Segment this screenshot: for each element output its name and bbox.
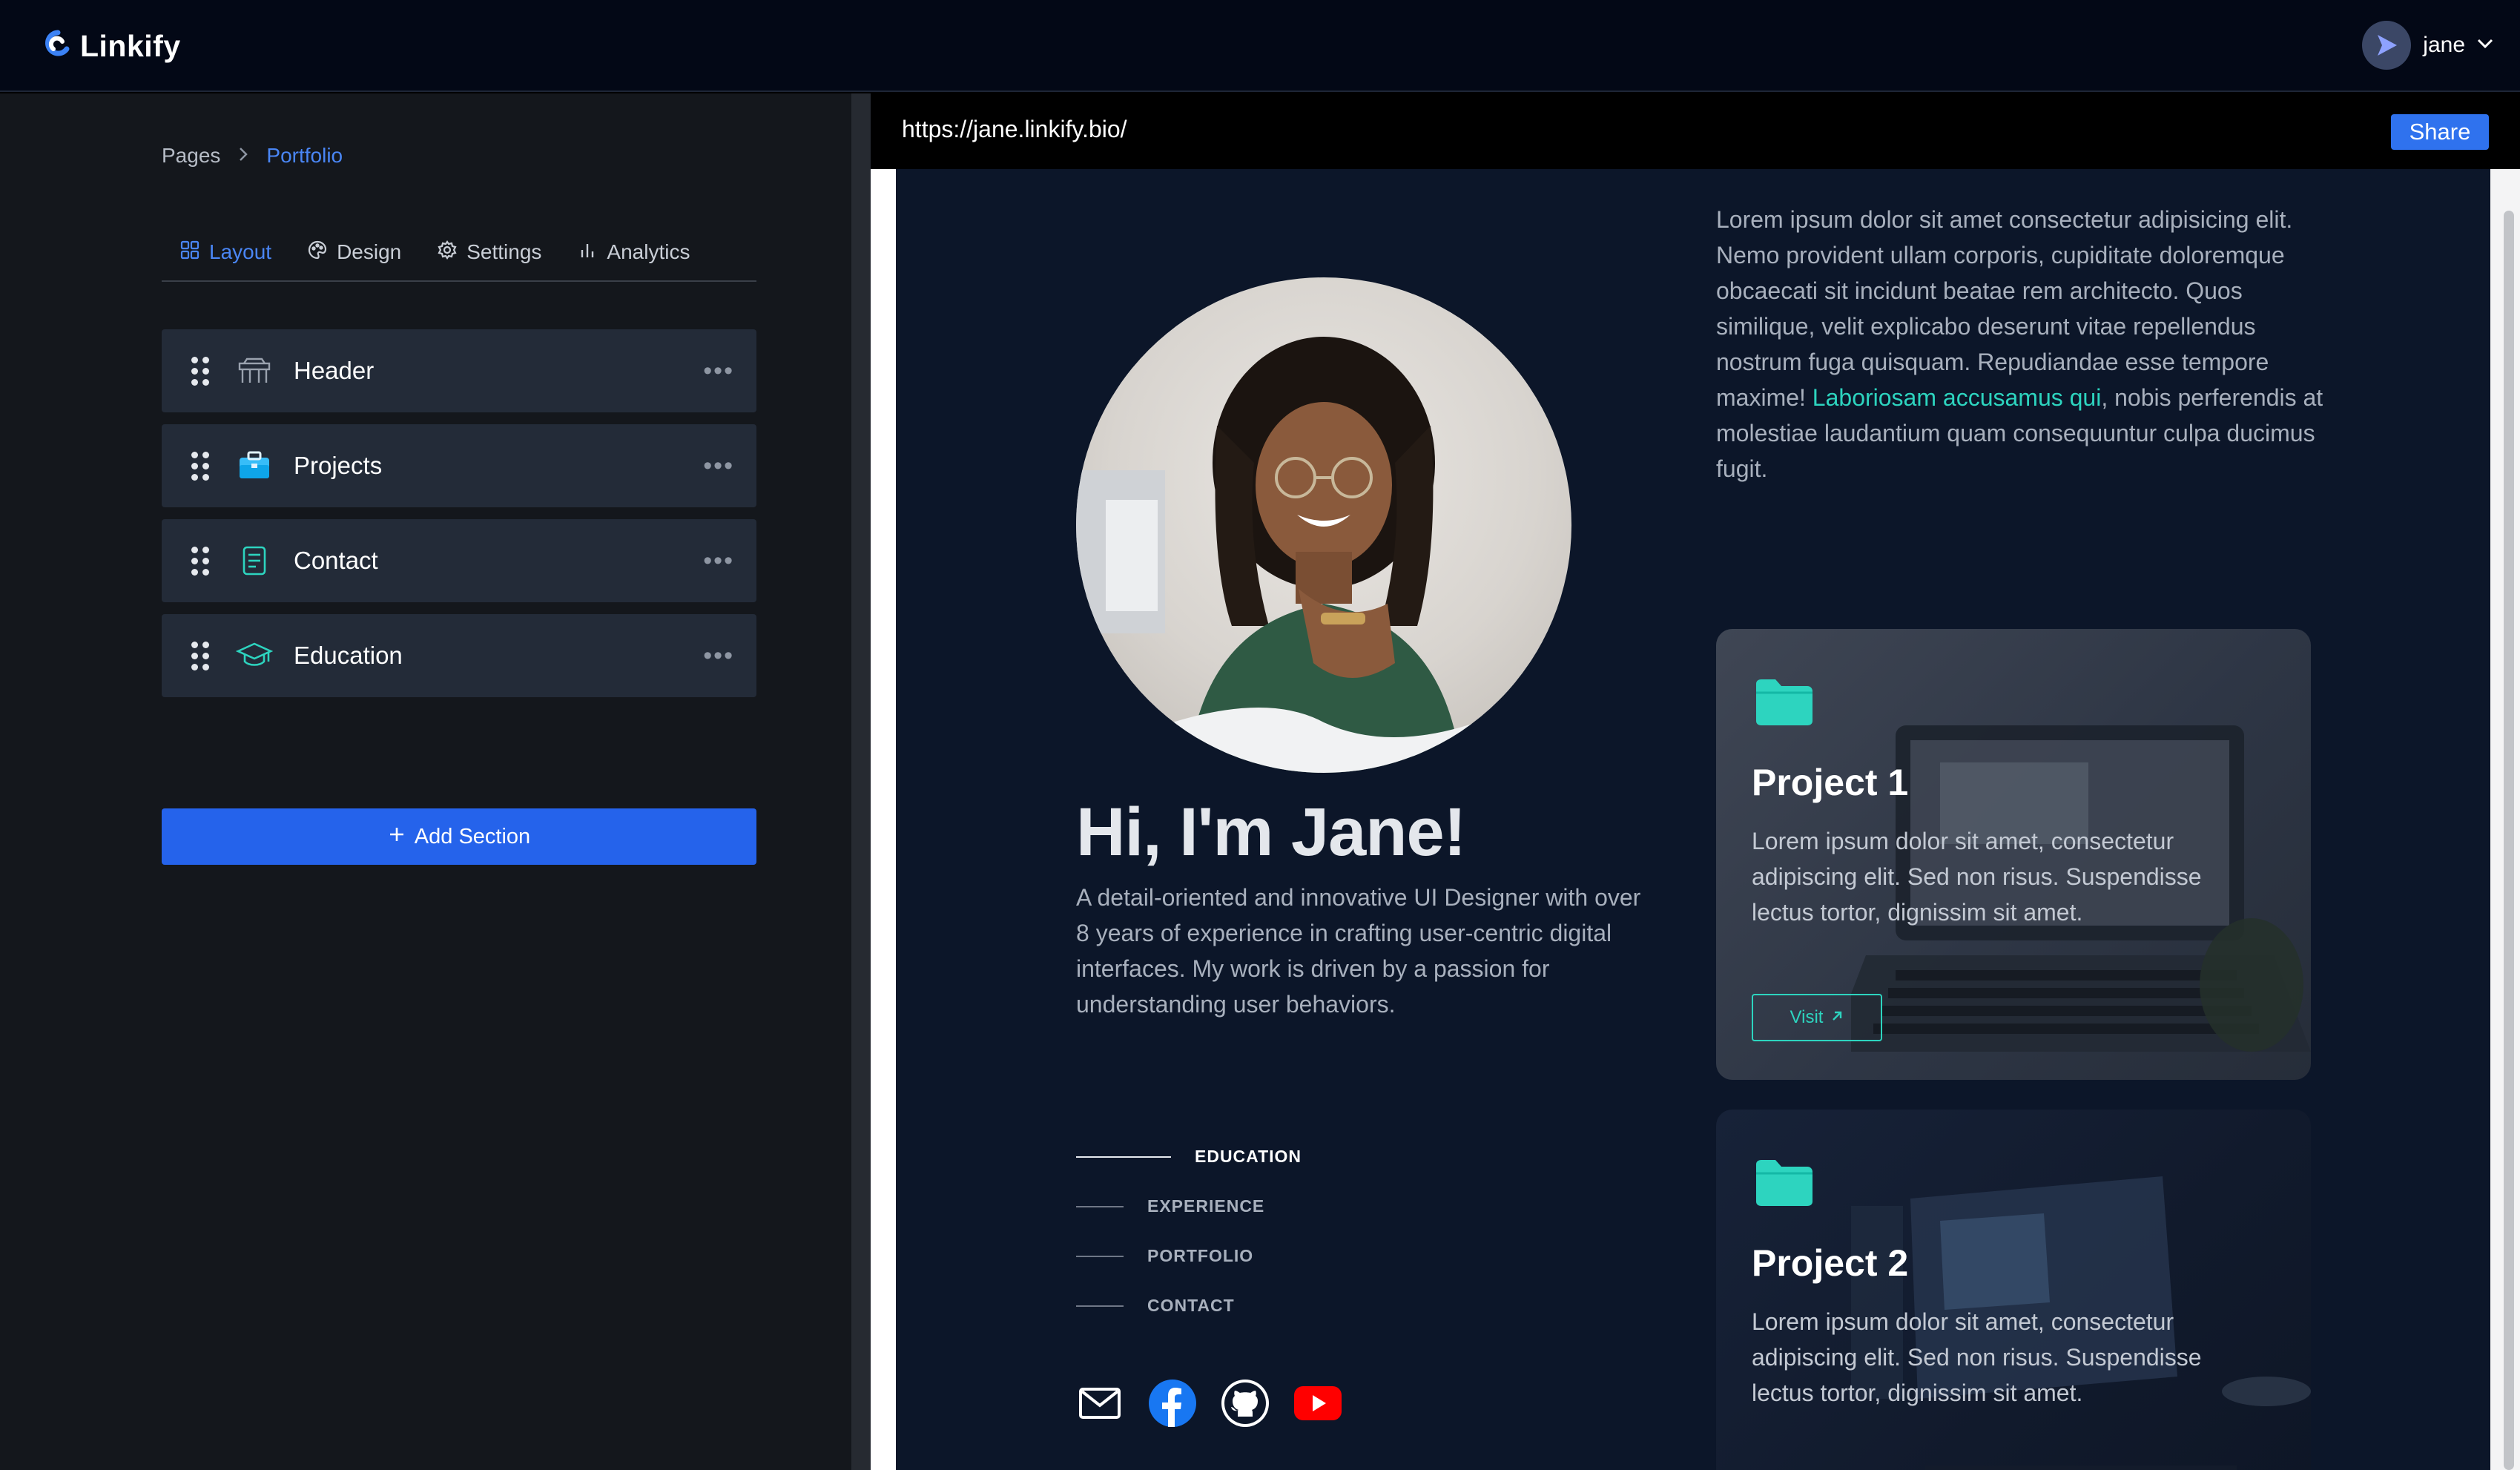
folder-icon bbox=[1755, 1158, 1814, 1211]
user-menu[interactable]: jane bbox=[2362, 21, 2493, 70]
preview-scrollbar[interactable] bbox=[2490, 169, 2520, 1470]
tab-layout[interactable]: Layout bbox=[179, 231, 271, 273]
editor-tabs: Layout Design Settings Analytics bbox=[162, 231, 756, 282]
section-label: Contact bbox=[294, 547, 378, 574]
youtube-icon[interactable] bbox=[1294, 1380, 1342, 1427]
add-section-label: Add Section bbox=[414, 824, 531, 848]
nav-indicator bbox=[1076, 1305, 1124, 1307]
more-options-icon[interactable]: ••• bbox=[703, 547, 734, 576]
play-avatar-icon bbox=[2378, 35, 2398, 56]
page-nav: EDUCATION EXPERIENCE PORTFOLIO CONTACT bbox=[1076, 1132, 1302, 1331]
tab-label: Settings bbox=[466, 240, 542, 263]
contact-card-icon bbox=[236, 542, 273, 579]
nav-item-contact[interactable]: CONTACT bbox=[1076, 1281, 1302, 1331]
social-links bbox=[1076, 1380, 1342, 1427]
facebook-icon[interactable] bbox=[1149, 1380, 1196, 1427]
project-title: Project 1 bbox=[1752, 762, 1909, 803]
about-text-start: Lorem ipsum dolor sit amet consectetur a… bbox=[1716, 206, 2293, 411]
about-text: Lorem ipsum dolor sit amet consectetur a… bbox=[1716, 202, 2324, 487]
add-section-button[interactable]: Add Section bbox=[162, 808, 756, 865]
nav-item-experience[interactable]: EXPERIENCE bbox=[1076, 1181, 1302, 1231]
nav-label: EDUCATION bbox=[1195, 1147, 1302, 1166]
project-title: Project 2 bbox=[1752, 1242, 1909, 1284]
section-row-projects[interactable]: Projects ••• bbox=[162, 424, 756, 507]
graduation-cap-icon bbox=[236, 637, 273, 674]
scrollbar-thumb[interactable] bbox=[2504, 211, 2514, 1470]
project-card-1[interactable]: Project 1 Lorem ipsum dolor sit amet, co… bbox=[1716, 629, 2311, 1080]
project-card-2[interactable]: Project 2 Lorem ipsum dolor sit amet, co… bbox=[1716, 1110, 2311, 1470]
more-options-icon[interactable]: ••• bbox=[703, 357, 734, 386]
share-button[interactable]: Share bbox=[2391, 114, 2489, 150]
plus-icon bbox=[388, 825, 406, 849]
section-label: Education bbox=[294, 642, 403, 669]
nav-item-portfolio[interactable]: PORTFOLIO bbox=[1076, 1231, 1302, 1281]
panel-divider[interactable] bbox=[851, 93, 871, 1470]
tab-analytics[interactable]: Analytics bbox=[577, 231, 690, 273]
visit-button[interactable]: Visit bbox=[1752, 994, 1882, 1041]
top-bar: Linkify jane bbox=[0, 0, 2520, 92]
section-row-contact[interactable]: Contact ••• bbox=[162, 519, 756, 602]
app-name: Linkify bbox=[80, 29, 181, 63]
section-label: Projects bbox=[294, 452, 383, 479]
nav-indicator bbox=[1076, 1205, 1124, 1207]
drag-handle-icon[interactable] bbox=[191, 451, 209, 481]
gear-icon bbox=[437, 240, 458, 266]
tab-label: Analytics bbox=[607, 240, 690, 263]
grid-icon bbox=[179, 240, 200, 266]
section-row-education[interactable]: Education ••• bbox=[162, 614, 756, 697]
header-icon bbox=[236, 352, 273, 389]
nav-indicator bbox=[1076, 1156, 1171, 1158]
user-name: jane bbox=[2423, 33, 2465, 57]
drag-handle-icon[interactable] bbox=[191, 641, 209, 670]
chevron-right-icon bbox=[238, 144, 248, 168]
arrow-up-right-icon bbox=[1830, 1007, 1844, 1028]
editor-panel: Pages Portfolio Layout Design Settings A… bbox=[0, 93, 851, 1470]
nav-label: PORTFOLIO bbox=[1147, 1246, 1254, 1265]
github-icon[interactable] bbox=[1221, 1380, 1269, 1427]
url-bar: https://jane.linkify.bio/ Share bbox=[871, 93, 2520, 169]
bar-chart-icon bbox=[577, 240, 598, 266]
breadcrumb: Pages Portfolio bbox=[162, 144, 343, 168]
briefcase-icon bbox=[236, 447, 273, 484]
nav-label: EXPERIENCE bbox=[1147, 1196, 1265, 1216]
mail-icon[interactable] bbox=[1076, 1380, 1124, 1427]
project-description: Lorem ipsum dolor sit amet, consectetur … bbox=[1752, 828, 2202, 926]
app-logo[interactable]: Linkify bbox=[43, 27, 181, 66]
tab-label: Layout bbox=[209, 240, 272, 263]
profile-photo bbox=[1076, 277, 1571, 773]
about-link[interactable]: Laboriosam accusamus qui bbox=[1813, 384, 2102, 411]
portfolio-page: Hi, I'm Jane! A detail-oriented and inno… bbox=[896, 169, 2490, 1470]
chevron-down-icon bbox=[2477, 39, 2493, 53]
section-row-header[interactable]: Header ••• bbox=[162, 329, 756, 412]
hero-title: Hi, I'm Jane! bbox=[1076, 794, 1466, 870]
tab-design[interactable]: Design bbox=[307, 231, 401, 273]
linkify-logo-icon bbox=[43, 27, 73, 66]
nav-indicator bbox=[1076, 1255, 1124, 1257]
nav-item-education[interactable]: EDUCATION bbox=[1076, 1132, 1302, 1181]
palette-icon bbox=[307, 240, 328, 266]
breadcrumb-current[interactable]: Portfolio bbox=[266, 144, 343, 168]
avatar bbox=[2362, 21, 2412, 70]
breadcrumb-pages[interactable]: Pages bbox=[162, 144, 220, 168]
more-options-icon[interactable]: ••• bbox=[703, 642, 734, 670]
preview-url[interactable]: https://jane.linkify.bio/ bbox=[902, 116, 1127, 143]
hero-description: A detail-oriented and innovative UI Desi… bbox=[1076, 884, 1641, 1018]
section-list: Header ••• Projects ••• Contact ••• Educ… bbox=[162, 329, 756, 709]
tab-settings[interactable]: Settings bbox=[437, 231, 541, 273]
nav-label: CONTACT bbox=[1147, 1296, 1235, 1315]
project-description: Lorem ipsum dolor sit amet, consectetur … bbox=[1752, 1308, 2202, 1406]
folder-icon bbox=[1755, 678, 1814, 731]
section-label: Header bbox=[294, 357, 375, 384]
visit-label: Visit bbox=[1790, 1007, 1824, 1027]
preview-frame: Hi, I'm Jane! A detail-oriented and inno… bbox=[871, 169, 2520, 1470]
drag-handle-icon[interactable] bbox=[191, 356, 209, 386]
more-options-icon[interactable]: ••• bbox=[703, 452, 734, 481]
drag-handle-icon[interactable] bbox=[191, 546, 209, 576]
tab-label: Design bbox=[337, 240, 402, 263]
site-preview: https://jane.linkify.bio/ Share Hi, I'm … bbox=[871, 93, 2520, 1470]
